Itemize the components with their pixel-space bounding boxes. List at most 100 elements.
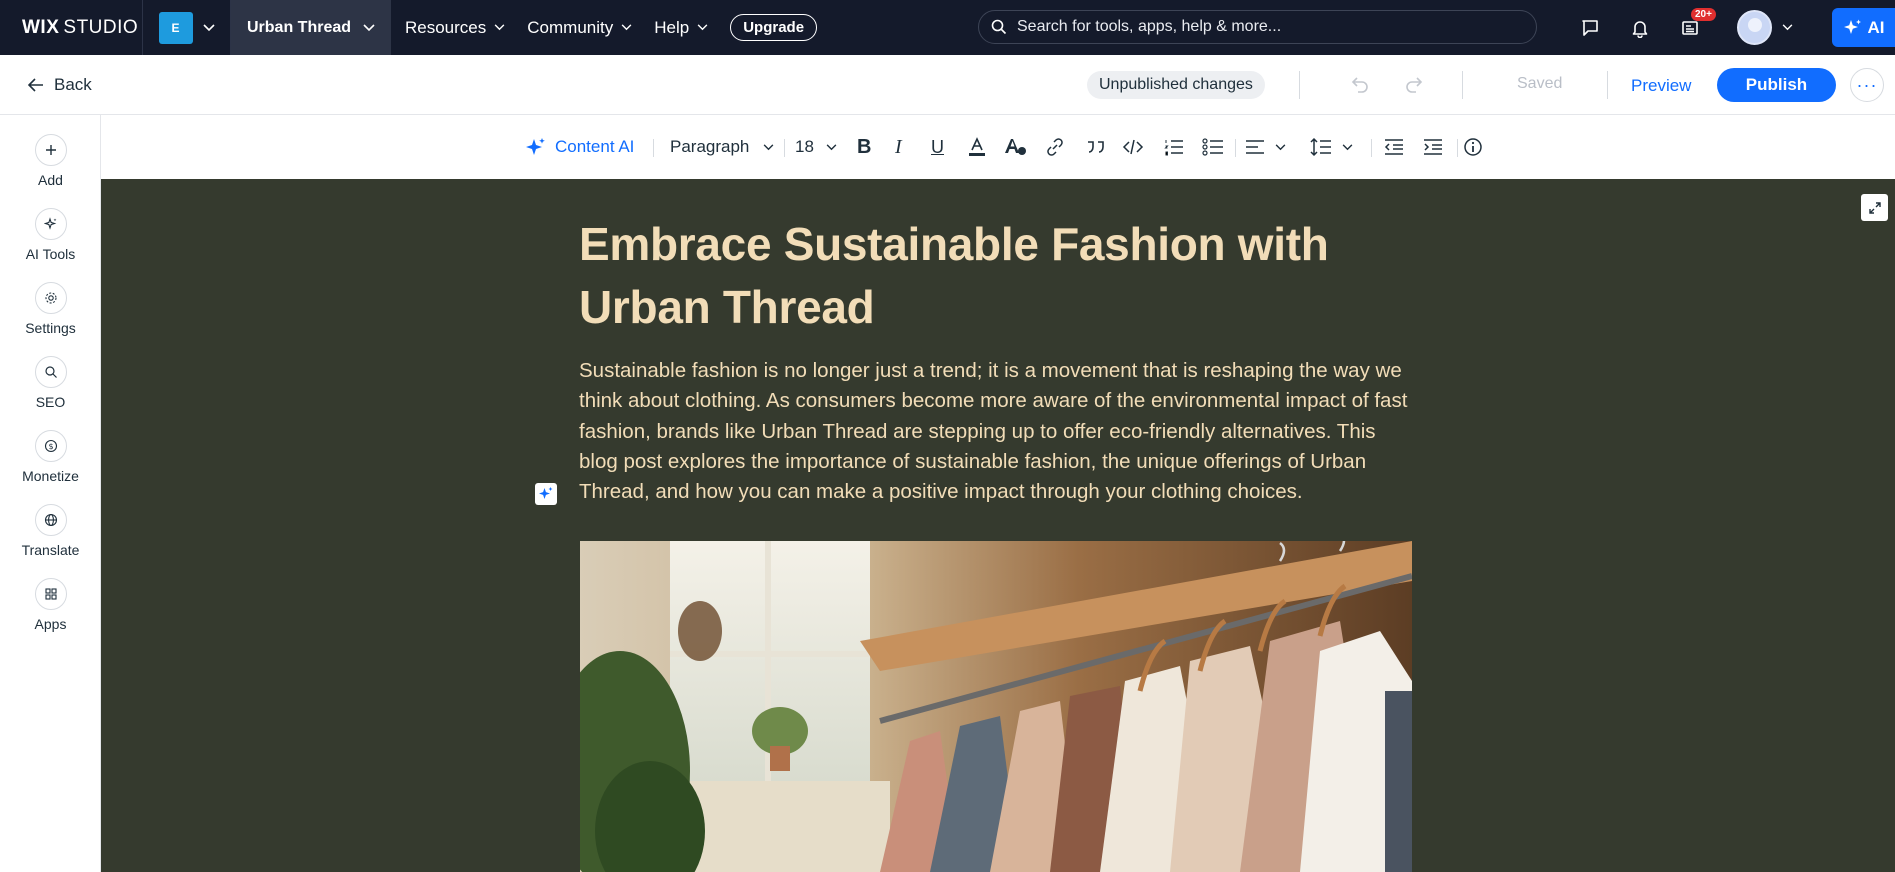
editor-header: Back Unpublished changes Saved Preview P… [0,55,1895,115]
divider [784,139,785,157]
publish-button[interactable]: Publish [1717,68,1836,102]
font-size-dropdown[interactable]: 18 [795,115,837,179]
increase-indent-icon[interactable] [1423,115,1443,179]
svg-text:$: $ [48,442,53,451]
sparkle-icon [526,138,545,155]
line-spacing-dropdown[interactable] [1310,115,1353,179]
post-canvas[interactable]: Embrace Sustainable Fashion with Urban T… [101,179,1895,872]
dollar-icon: $ [34,430,67,462]
line-spacing-icon [1310,137,1331,157]
expand-icon[interactable] [1861,194,1888,221]
upgrade-button[interactable]: Upgrade [730,14,818,41]
sparkle-icon [34,208,67,240]
workspace-switcher[interactable]: E [143,0,231,55]
italic-icon[interactable]: I [895,115,902,179]
nav-resources[interactable]: Resources [405,18,505,38]
logo-text: STUDIO [63,16,139,38]
avatar [1737,10,1772,45]
bold-icon[interactable]: B [857,115,871,179]
account-menu[interactable] [1737,0,1793,55]
updates-icon[interactable]: 20+ [1665,0,1716,55]
nav-community[interactable]: Community [527,18,632,38]
paragraph-style-dropdown[interactable]: Paragraph [670,115,774,179]
bullet-list-icon[interactable] [1202,115,1224,179]
chevron-down-icon [1275,143,1286,150]
chevron-down-icon [1342,143,1353,150]
rail-item-apps[interactable]: Apps [0,578,101,632]
align-left-icon [1246,140,1264,154]
ai-assist-icon[interactable] [535,483,557,505]
info-icon[interactable] [1463,115,1483,179]
code-icon[interactable] [1122,115,1144,179]
left-rail: Add AI Tools Settings SEO $ Monetize Tra… [0,115,101,872]
decrease-indent-icon[interactable] [1384,115,1404,179]
arrow-left-icon [28,78,43,92]
content-ai-label: Content AI [555,137,635,156]
chevron-down-icon [363,23,375,31]
site-name: Urban Thread [247,18,352,36]
redo-icon[interactable] [1403,73,1425,100]
divider [1235,139,1236,157]
nav-label: Community [527,17,614,37]
text-color-icon[interactable] [967,115,987,179]
undo-icon[interactable] [1349,73,1371,100]
logo-bold-text: WIX [22,16,60,38]
sparkle-icon [1843,19,1861,34]
post-image-clothing-rack[interactable] [580,541,1412,872]
chat-icon[interactable] [1565,0,1615,55]
top-bar: WIX STUDIO E Urban Thread Resources Commu… [0,0,1895,55]
ai-assistant-button[interactable]: AI [1832,8,1895,47]
nav-help[interactable]: Help [654,18,708,38]
rail-label: SEO [35,394,66,410]
more-options-icon[interactable]: ··· [1850,68,1884,102]
underline-icon[interactable]: U [931,115,944,179]
preview-button[interactable]: Preview [1631,76,1691,96]
highlight-icon[interactable] [1003,115,1027,179]
rail-label: Monetize [22,468,79,484]
paragraph-style-value: Paragraph [670,137,750,156]
rail-item-translate[interactable]: Translate [0,504,101,558]
notification-count-badge: 20+ [1691,8,1716,21]
rail-item-ai-tools[interactable]: AI Tools [0,208,101,262]
divider [1462,71,1463,99]
divider [653,139,654,157]
saved-status: Saved [1517,75,1563,92]
alignment-dropdown[interactable] [1245,115,1286,179]
top-nav: Resources Community Help Upgrade [391,0,818,55]
search-icon [34,356,67,388]
divider [1607,71,1608,99]
search-input[interactable]: Search for tools, apps, help & more... [978,10,1537,44]
search-placeholder: Search for tools, apps, help & more... [1017,18,1282,35]
site-selector[interactable]: Urban Thread [231,0,391,55]
wix-studio-logo[interactable]: WIX STUDIO [0,0,143,55]
chevron-down-icon [202,23,215,31]
chevron-down-icon [826,143,837,150]
chevron-down-icon [621,24,632,31]
content-ai-button[interactable]: Content AI [525,115,634,179]
rail-item-add[interactable]: Add [0,134,101,188]
plus-icon [34,134,67,166]
ai-label: AI [1867,17,1885,37]
divider [1371,139,1372,157]
back-label: Back [54,75,92,94]
rail-item-seo[interactable]: SEO [0,356,101,410]
search-icon [991,19,1007,35]
workspace-avatar: E [158,11,193,44]
font-size-value: 18 [795,137,814,156]
rail-item-monetize[interactable]: $ Monetize [0,430,101,484]
numbered-list-icon[interactable] [1164,115,1184,179]
post-title[interactable]: Embrace Sustainable Fashion with Urban T… [579,213,1339,339]
post-body-paragraph[interactable]: Sustainable fashion is no longer just a … [579,356,1419,507]
rail-label: Translate [21,542,80,558]
apps-icon [34,578,67,610]
rail-label: Apps [34,616,67,632]
quote-icon[interactable] [1085,115,1107,179]
link-icon[interactable] [1045,115,1065,179]
gear-icon [34,282,67,314]
back-button[interactable]: Back [28,75,92,95]
bell-icon[interactable] [1615,0,1665,55]
chevron-down-icon [494,24,505,31]
nav-label: Help [654,17,690,37]
divider [1299,71,1300,99]
rail-item-settings[interactable]: Settings [0,282,101,336]
